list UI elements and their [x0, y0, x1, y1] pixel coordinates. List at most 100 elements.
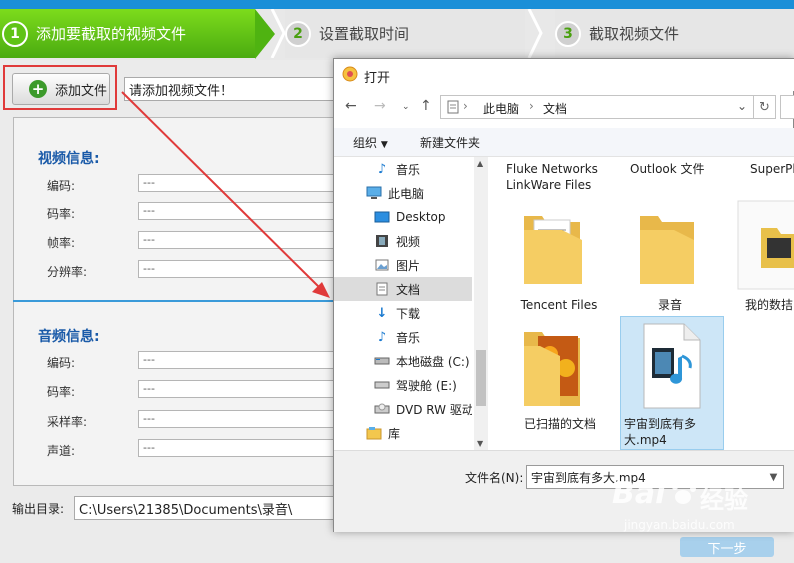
step-1-number: 1	[2, 20, 28, 47]
video-info-title: 视频信息:	[38, 151, 100, 167]
breadcrumb-pc[interactable]: 此电脑	[483, 100, 519, 117]
forward-arrow-icon[interactable]: →	[374, 98, 386, 114]
app-icon	[342, 66, 358, 82]
filename-label: 文件名(N):	[465, 471, 524, 485]
audio-samplerate-field: ---	[138, 410, 338, 428]
nav-item-downloads[interactable]: ↓ 下载	[334, 301, 472, 325]
step-separator	[527, 9, 543, 58]
folder-icon[interactable]	[520, 326, 586, 410]
video-codec-label: 编码:	[47, 179, 76, 193]
audio-info-title: 音频信息:	[38, 329, 100, 345]
file-item-superpl[interactable]: SuperPl	[750, 161, 794, 177]
video-icon	[374, 233, 390, 249]
video-framerate-field: ---	[138, 231, 338, 249]
document-location-icon	[447, 100, 459, 114]
audio-channels-field: ---	[138, 439, 338, 457]
organize-label: 组织	[353, 136, 378, 150]
audio-bitrate-field: ---	[138, 380, 338, 398]
nav-item-documents[interactable]: 文档	[334, 277, 472, 301]
back-arrow-icon[interactable]: ←	[345, 98, 357, 114]
panel-divider	[13, 300, 335, 302]
step-separator	[270, 9, 286, 58]
step-2-number: 2	[285, 20, 311, 47]
baidu-watermark: Bai 经验 jingyan.baidu.com	[608, 468, 794, 554]
nav-scrollbar[interactable]: ▲ ▼	[474, 157, 488, 450]
audio-bitrate-label: 码率:	[47, 385, 76, 399]
step-3-number: 3	[555, 20, 581, 47]
nav-item-this-pc[interactable]: 此电脑	[334, 181, 472, 205]
dialog-titlebar[interactable]	[334, 59, 794, 91]
music-icon: ♪	[377, 329, 387, 345]
file-item-tencent[interactable]: Tencent Files	[506, 297, 612, 313]
folder-icon[interactable]	[737, 200, 794, 290]
step-3-label: 截取视频文件	[589, 25, 680, 43]
file-item-fluke[interactable]: Fluke Networks LinkWare Files	[506, 161, 616, 193]
paw-icon	[672, 479, 696, 504]
file-item-mydata[interactable]: 我的数拮	[745, 297, 794, 313]
refresh-icon[interactable]: ↻	[754, 95, 776, 119]
file-item-scanned[interactable]: 已扫描的文档	[512, 416, 608, 432]
document-icon	[374, 281, 390, 297]
video-file-icon[interactable]	[636, 322, 706, 410]
search-box[interactable]	[780, 95, 794, 119]
file-item-recordings[interactable]: 录音	[630, 297, 710, 313]
add-file-label: 添加文件	[55, 83, 108, 99]
video-codec-field: ---	[138, 174, 338, 192]
audio-codec-label: 编码:	[47, 356, 76, 370]
new-folder-button[interactable]: 新建文件夹	[420, 134, 480, 151]
scroll-up-icon[interactable]: ▲	[477, 159, 483, 168]
nav-item-library[interactable]: 库	[334, 421, 472, 445]
step-2-label: 设置截取时间	[319, 25, 410, 43]
dvd-icon	[374, 401, 390, 417]
step-1[interactable]: 1 添加要截取的视频文件	[0, 9, 255, 58]
desktop-icon	[374, 209, 390, 225]
nav-item-pictures[interactable]: 图片	[334, 253, 472, 277]
watermark-url: jingyan.baidu.com	[624, 518, 735, 532]
breadcrumb-docs[interactable]: 文档	[543, 100, 567, 117]
nav-item-music-2[interactable]: ♪ 音乐	[334, 325, 472, 349]
step-3[interactable]: 3 截取视频文件	[555, 9, 794, 58]
download-icon: ↓	[376, 305, 388, 321]
folder-icon[interactable]	[636, 206, 698, 288]
step-2[interactable]: 2 设置截取时间	[285, 9, 525, 58]
file-item-video[interactable]: 宇宙到底有多大.mp4	[624, 416, 720, 448]
output-dir-input[interactable]: C:\Users\21385\Documents\录音\	[74, 496, 340, 520]
nav-scroll-thumb[interactable]	[476, 350, 486, 406]
navigation-pane: ♪ 音乐 此电脑 Desktop 视频 图片 文档 ↓ 下载 ♪ 音乐 本地磁盘 (C…	[334, 157, 474, 450]
nav-item-music[interactable]: ♪ 音乐	[334, 157, 472, 181]
video-resolution-label: 分辨率:	[47, 265, 88, 279]
music-icon: ♪	[377, 161, 387, 177]
caret-down-icon: ▼	[380, 140, 388, 150]
folder-icon[interactable]	[520, 206, 586, 288]
video-bitrate-field: ---	[138, 202, 338, 220]
add-file-button[interactable]: + 添加文件	[12, 73, 110, 105]
organize-menu[interactable]: 组织 ▼	[353, 134, 388, 151]
breadcrumb-sep-icon: ›	[529, 99, 534, 113]
scroll-down-icon[interactable]: ▼	[477, 439, 483, 448]
nav-item-videos[interactable]: 视频	[334, 229, 472, 253]
library-icon	[366, 425, 382, 441]
audio-samplerate-label: 采样率:	[47, 415, 88, 429]
file-item-outlook[interactable]: Outlook 文件	[630, 161, 720, 177]
address-bar[interactable]: › 此电脑 › 文档 ⌄	[440, 95, 754, 119]
computer-icon	[366, 185, 382, 201]
breadcrumb-sep-icon: ›	[463, 99, 468, 113]
up-arrow-icon[interactable]: ↑	[420, 98, 432, 114]
nav-item-drive-e[interactable]: 驾驶舱 (E:)	[334, 373, 472, 397]
nav-item-drive-c[interactable]: 本地磁盘 (C:)	[334, 349, 472, 373]
audio-channels-label: 声道:	[47, 444, 76, 458]
nav-item-dvd[interactable]: DVD RW 驱动	[334, 397, 472, 421]
step-1-label: 添加要截取的视频文件	[36, 25, 187, 43]
disk-icon	[374, 377, 390, 393]
dialog-toolbar	[334, 128, 794, 157]
output-dir-label: 输出目录:	[12, 502, 65, 516]
picture-icon	[374, 257, 390, 273]
file-path-input[interactable]: 请添加视频文件！	[124, 77, 338, 101]
chevron-down-icon[interactable]: ⌄	[737, 99, 747, 113]
watermark-brand-2: 经验	[700, 486, 748, 514]
recent-dropdown-icon[interactable]: ⌄	[402, 102, 410, 112]
watermark-brand: Bai	[612, 476, 666, 511]
video-resolution-field: ---	[138, 260, 338, 278]
nav-item-desktop[interactable]: Desktop	[334, 205, 472, 229]
video-framerate-label: 帧率:	[47, 236, 76, 250]
